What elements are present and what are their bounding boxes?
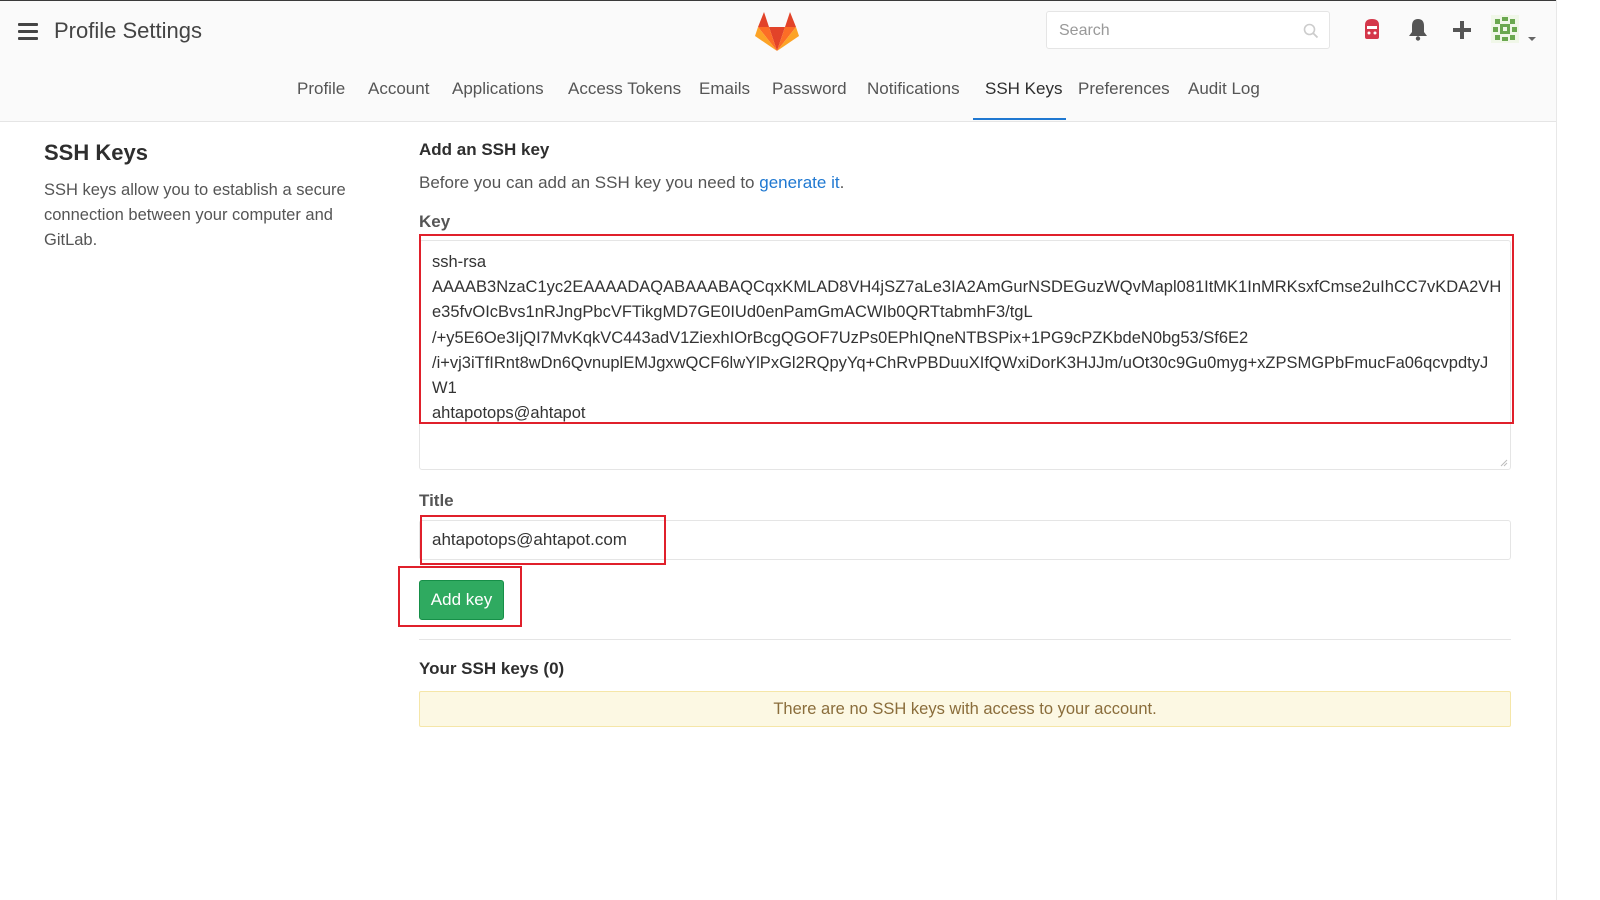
hamburger-icon[interactable] xyxy=(18,23,38,41)
key-label: Key xyxy=(419,212,451,231)
tab-ssh-keys[interactable]: SSH Keys xyxy=(985,79,1062,99)
key-value: ssh-rsa AAAAB3NzaC1yc2EAAAADAQABAAABAQCq… xyxy=(432,253,1502,423)
bell-icon[interactable] xyxy=(1407,17,1429,46)
form-intro: Before you can add an SSH key you need t… xyxy=(419,173,844,193)
tab-audit-log[interactable]: Audit Log xyxy=(1188,79,1260,99)
sidebar-description: SSH keys allow you to establish a secure… xyxy=(44,181,346,249)
divider xyxy=(419,639,1511,640)
generate-it-link[interactable]: generate it xyxy=(759,173,839,192)
search-box[interactable] xyxy=(1046,11,1330,49)
active-tab-indicator xyxy=(973,118,1066,120)
top-navbar: Profile Settings Search Profile Account … xyxy=(0,0,1556,122)
page-title: Profile Settings xyxy=(54,18,202,43)
tab-access-tokens[interactable]: Access Tokens xyxy=(568,79,681,99)
search-icon[interactable] xyxy=(1303,23,1319,44)
form-heading: Add an SSH key xyxy=(419,140,550,159)
todo-icon[interactable] xyxy=(1361,17,1383,46)
tab-emails[interactable]: Emails xyxy=(699,79,750,99)
tab-preferences[interactable]: Preferences xyxy=(1078,79,1170,99)
settings-tabs: Profile Account Applications Access Toke… xyxy=(0,69,1556,121)
tab-password[interactable]: Password xyxy=(772,79,847,99)
gitlab-logo[interactable] xyxy=(754,9,800,58)
plus-icon[interactable] xyxy=(1452,20,1472,45)
title-input[interactable] xyxy=(419,520,1511,560)
title-label: Title xyxy=(419,491,454,510)
resize-grip-icon[interactable] xyxy=(1500,459,1508,467)
intro-text: Before you can add an SSH key you need t… xyxy=(419,173,760,192)
tab-account[interactable]: Account xyxy=(368,79,429,99)
add-key-button[interactable]: Add key xyxy=(419,580,504,620)
tab-applications[interactable]: Applications xyxy=(452,79,544,99)
search-input[interactable] xyxy=(1057,21,1291,41)
ssh-keys-list-heading: Your SSH keys (0) xyxy=(419,659,565,678)
avatar[interactable] xyxy=(1491,15,1519,48)
intro-end: . xyxy=(839,173,845,192)
sidebar-title: SSH Keys xyxy=(44,140,148,165)
tab-notifications[interactable]: Notifications xyxy=(867,79,960,99)
tab-profile[interactable]: Profile xyxy=(297,79,345,99)
scrollbar[interactable] xyxy=(1556,0,1569,900)
empty-keys-alert: There are no SSH keys with access to you… xyxy=(419,691,1511,727)
chevron-down-icon[interactable] xyxy=(1527,29,1537,47)
key-textarea[interactable]: ssh-rsa AAAAB3NzaC1yc2EAAAADAQABAAABAQCq… xyxy=(419,240,1511,470)
